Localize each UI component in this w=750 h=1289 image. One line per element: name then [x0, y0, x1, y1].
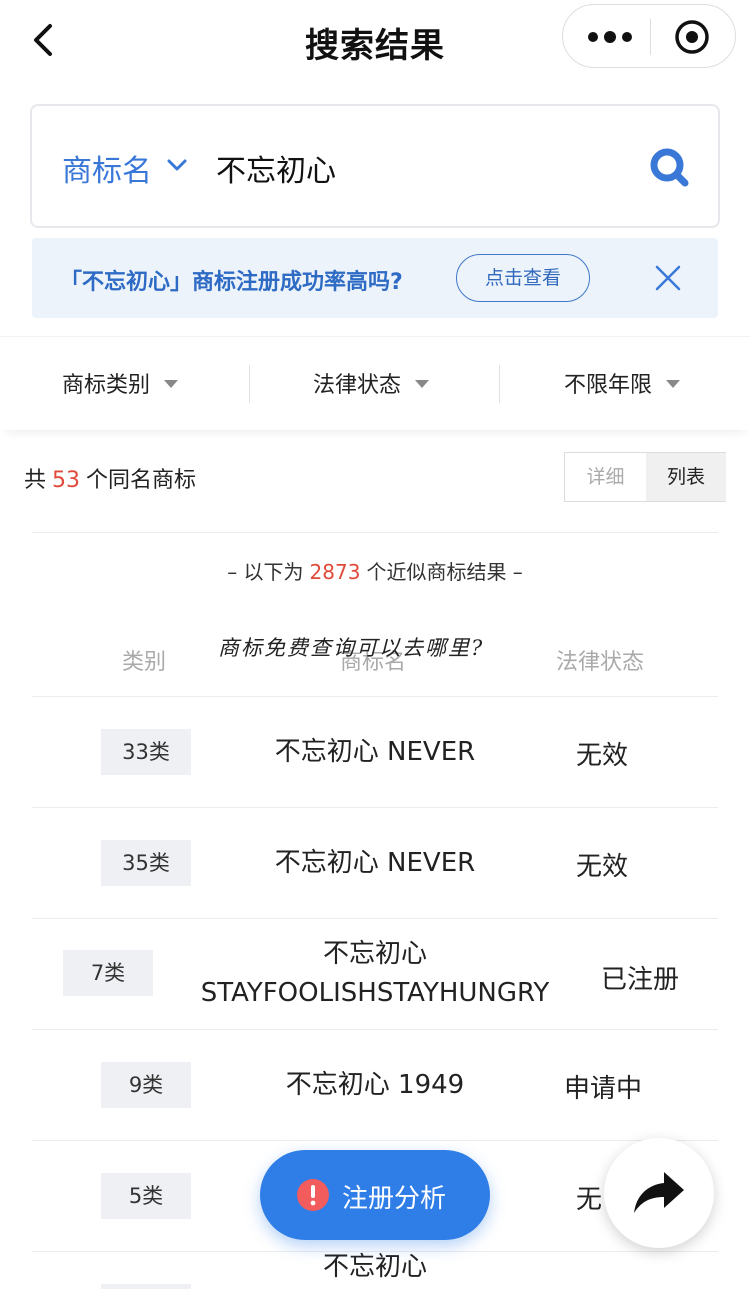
trademark-name: 不忘初心 1949 [285, 1070, 465, 1100]
filter-legal-status[interactable]: 法律状态 [313, 367, 430, 399]
list-view-tab[interactable]: 列表 [646, 453, 726, 501]
table-row[interactable]: 35类 不忘初心 NEVER 无效 [0, 808, 750, 918]
class-badge: 35类 [101, 840, 191, 886]
filter-bar: 商标类别 法律状态 不限年限 [0, 336, 750, 430]
legal-status: 申请中 [564, 1074, 643, 1104]
trademark-name: 不忘初心 STAYFOOLISHSTAYHUNGRY [200, 939, 550, 1008]
search-input[interactable]: 不忘初心 [216, 146, 336, 190]
register-analysis-button[interactable]: 注册分析 [260, 1150, 490, 1240]
trademark-name: 不忘初心 [322, 1252, 427, 1282]
search-icon[interactable] [648, 146, 690, 188]
count-suffix: 个同名商标 [86, 468, 197, 493]
filter-year-range[interactable]: 不限年限 [564, 367, 681, 399]
search-box: 商标名 不忘初心 [30, 104, 720, 228]
capsule-divider [650, 19, 651, 55]
banner-text: 「不忘初心」商标注册成功率高吗? [60, 270, 403, 295]
similar-results-count: – 以下为 2873 个近似商标结果 – [0, 556, 750, 585]
divider [32, 532, 718, 533]
class-badge: 9类 [101, 1062, 191, 1108]
dropdown-triangle-icon [415, 380, 430, 388]
same-name-count-number: 53 [52, 468, 81, 493]
legal-status: 无效 [576, 852, 629, 882]
class-badge [101, 1284, 191, 1289]
share-arrow-icon [634, 1172, 684, 1213]
handwritten-overlay-note: 商标免费查询可以去哪里? [218, 636, 485, 660]
legal-status: 无效 [576, 741, 629, 771]
class-badge: 7类 [63, 950, 153, 996]
legal-status: 无 [576, 1185, 603, 1215]
close-icon[interactable] [652, 262, 684, 294]
filter-divider [499, 365, 500, 403]
similar-count-number: 2873 [309, 560, 361, 584]
filter-trademark-class[interactable]: 商标类别 [62, 367, 179, 399]
register-analysis-label: 注册分析 [342, 1184, 447, 1214]
column-header-class: 类别 [122, 650, 167, 675]
table-row[interactable]: 7类 不忘初心 STAYFOOLISHSTAYHUNGRY 已注册 [0, 919, 750, 1029]
class-badge: 33类 [101, 729, 191, 775]
legal-status: 已注册 [601, 965, 680, 995]
view-details-button[interactable]: 点击查看 [456, 254, 590, 302]
same-name-count: 共 53 个同名商标 [24, 462, 196, 494]
table-row[interactable]: 33类 不忘初心 NEVER 无效 [0, 697, 750, 807]
count-prefix: 共 [24, 468, 47, 493]
share-button[interactable] [604, 1138, 714, 1248]
filter-label: 不限年限 [564, 373, 653, 398]
trademark-name: 不忘初心 NEVER [274, 737, 476, 767]
chevron-down-icon[interactable] [166, 158, 188, 172]
more-options-icon[interactable] [585, 25, 635, 49]
dropdown-triangle-icon [164, 380, 179, 388]
success-rate-banner: 「不忘初心」商标注册成功率高吗? 点击查看 [32, 238, 718, 318]
similar-prefix: – 以下为 [227, 560, 304, 584]
filter-label: 商标类别 [62, 373, 151, 398]
class-badge: 5类 [101, 1173, 191, 1219]
navigation-bar: 搜索结果 [0, 0, 750, 80]
alert-icon [297, 1179, 329, 1211]
close-program-icon[interactable] [673, 18, 711, 56]
filter-divider [249, 365, 250, 403]
column-header-status: 法律状态 [556, 650, 645, 675]
mini-program-capsule [562, 4, 736, 68]
view-toggle: 详细 列表 [564, 452, 726, 502]
similar-suffix: 个近似商标结果 – [366, 560, 523, 584]
detail-view-tab[interactable]: 详细 [565, 453, 646, 501]
search-type-selector[interactable]: 商标名 [62, 146, 152, 190]
filter-label: 法律状态 [313, 373, 402, 398]
dropdown-triangle-icon [666, 380, 681, 388]
table-row[interactable]: 不忘初心 [0, 1252, 750, 1289]
trademark-name: 不忘初心 NEVER [274, 848, 476, 878]
table-row[interactable]: 9类 不忘初心 1949 申请中 [0, 1030, 750, 1140]
